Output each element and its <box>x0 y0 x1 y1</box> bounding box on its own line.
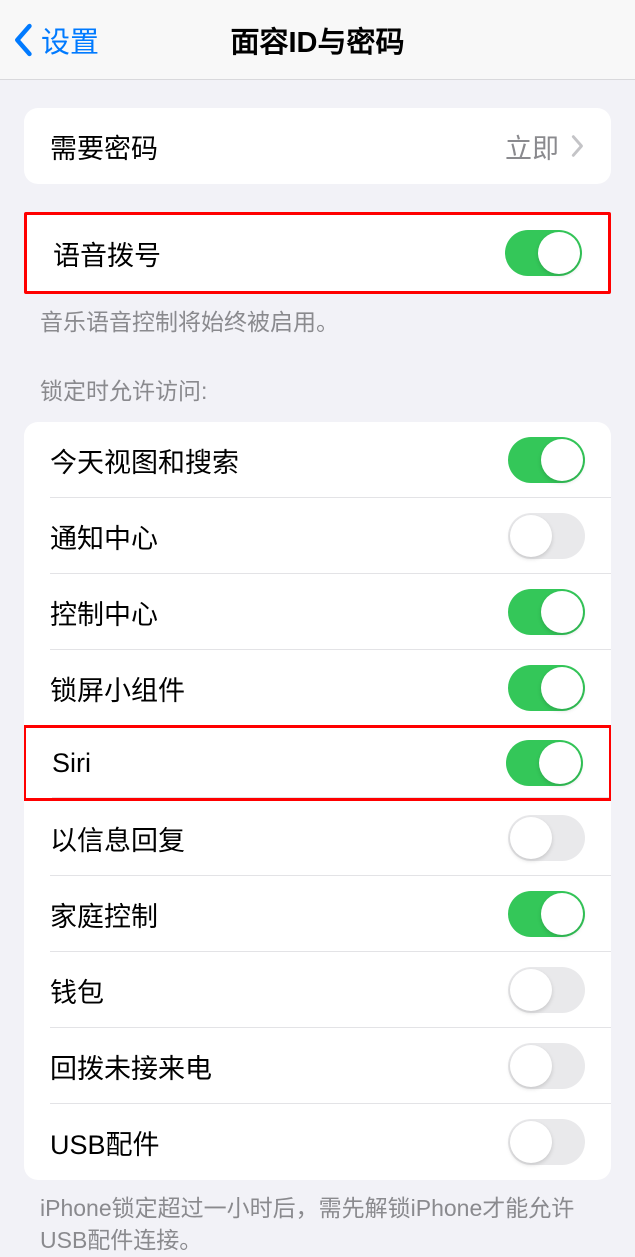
locked-access-toggle[interactable] <box>508 967 585 1013</box>
locked-access-row[interactable]: 以信息回复 <box>24 800 611 876</box>
require-passcode-row[interactable]: 需要密码 立即 <box>24 108 611 184</box>
locked-access-group: 今天视图和搜索通知中心控制中心锁屏小组件 Siri 以信息回复家庭控制钱包回拨未接来… <box>24 422 611 1180</box>
locked-access-toggle[interactable] <box>508 1119 585 1165</box>
locked-access-label: 通知中心 <box>50 517 158 556</box>
locked-access-toggle[interactable] <box>506 740 583 786</box>
voice-dial-toggle[interactable] <box>505 230 582 276</box>
locked-access-row[interactable]: 今天视图和搜索 <box>24 422 611 498</box>
require-passcode-group: 需要密码 立即 <box>24 108 611 184</box>
nav-bar: 设置 面容ID与密码 <box>0 0 635 80</box>
locked-access-toggle[interactable] <box>508 513 585 559</box>
locked-access-label: 今天视图和搜索 <box>50 441 239 480</box>
voice-dial-group: 语音拨号 <box>24 212 611 294</box>
back-label: 设置 <box>41 19 99 61</box>
locked-access-row[interactable]: USB配件 <box>24 1104 611 1180</box>
locked-access-toggle[interactable] <box>508 437 585 483</box>
locked-access-row[interactable]: 回拨未接来电 <box>24 1028 611 1104</box>
locked-access-toggle[interactable] <box>508 815 585 861</box>
require-passcode-value: 立即 <box>505 127 559 166</box>
locked-access-header: 锁定时允许访问: <box>0 338 635 416</box>
locked-access-label: 以信息回复 <box>50 819 185 858</box>
locked-access-row[interactable]: 控制中心 <box>24 574 611 650</box>
locked-access-row[interactable]: 锁屏小组件 <box>24 650 611 726</box>
locked-access-toggle[interactable] <box>508 891 585 937</box>
locked-access-label: 回拨未接来电 <box>50 1047 212 1086</box>
locked-access-toggle[interactable] <box>508 1043 585 1089</box>
locked-access-row[interactable]: 家庭控制 <box>24 876 611 952</box>
locked-access-row[interactable]: 通知中心 <box>24 498 611 574</box>
voice-dial-footer: 音乐语音控制将始终被启用。 <box>0 294 635 338</box>
require-passcode-label: 需要密码 <box>50 127 158 166</box>
locked-access-label: Siri <box>52 748 91 779</box>
voice-dial-label: 语音拨号 <box>53 234 161 273</box>
locked-access-label: 家庭控制 <box>50 895 158 934</box>
locked-access-label: USB配件 <box>50 1123 160 1162</box>
voice-dial-row[interactable]: 语音拨号 <box>27 215 608 291</box>
chevron-left-icon <box>12 22 33 58</box>
locked-access-label: 钱包 <box>50 971 104 1010</box>
locked-access-row[interactable]: Siri <box>24 725 611 801</box>
page-title: 面容ID与密码 <box>230 19 404 61</box>
back-button[interactable]: 设置 <box>12 19 99 61</box>
locked-access-footer: iPhone锁定超过一小时后，需先解锁iPhone才能允许USB配件连接。 <box>0 1180 635 1256</box>
locked-access-label: 锁屏小组件 <box>50 669 185 708</box>
locked-access-row[interactable]: 钱包 <box>24 952 611 1028</box>
locked-access-label: 控制中心 <box>50 593 158 632</box>
locked-access-toggle[interactable] <box>508 589 585 635</box>
locked-access-toggle[interactable] <box>508 665 585 711</box>
chevron-right-icon <box>571 134 585 158</box>
